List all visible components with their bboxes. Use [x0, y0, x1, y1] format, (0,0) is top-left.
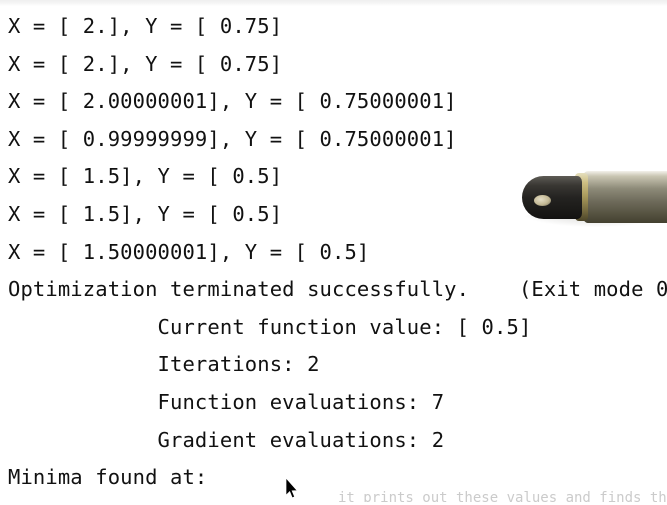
console-line-function-value: Current function value: [ 0.5] [8, 314, 532, 339]
console-line-gradient-evaluations: Gradient evaluations: 2 [8, 427, 445, 452]
console-line: X = [ 2.], Y = [ 0.75] [8, 51, 283, 76]
console-line: X = [ 2.], Y = [ 0.75] [8, 14, 283, 38]
screen-capture: X = [ 2.], Y = [ 0.75] X = [ 2.], Y = [ … [0, 0, 667, 505]
console-line-iterations: Iterations: 2 [8, 352, 320, 377]
console-output[interactable]: X = [ 2.], Y = [ 0.75] X = [ 2.], Y = [ … [0, 0, 667, 505]
console-line: X = [ 1.50000001], Y = [ 0.5] [8, 239, 370, 264]
console-line: X = [ 1.5], Y = [ 0.5] [8, 201, 283, 226]
console-line-function-evaluations: Function evaluations: 7 [8, 389, 445, 414]
console-line: X = [ 0.99999999], Y = [ 0.75000001] [8, 126, 457, 151]
console-line: X = [ 1.5], Y = [ 0.5] [8, 164, 283, 189]
console-line-status: Optimization terminated successfully. (E… [8, 277, 667, 302]
console-line: X = [ 2.00000001], Y = [ 0.75000001] [8, 89, 457, 114]
clipped-next-cell-text: it prints out these values and finds the [338, 491, 667, 502]
